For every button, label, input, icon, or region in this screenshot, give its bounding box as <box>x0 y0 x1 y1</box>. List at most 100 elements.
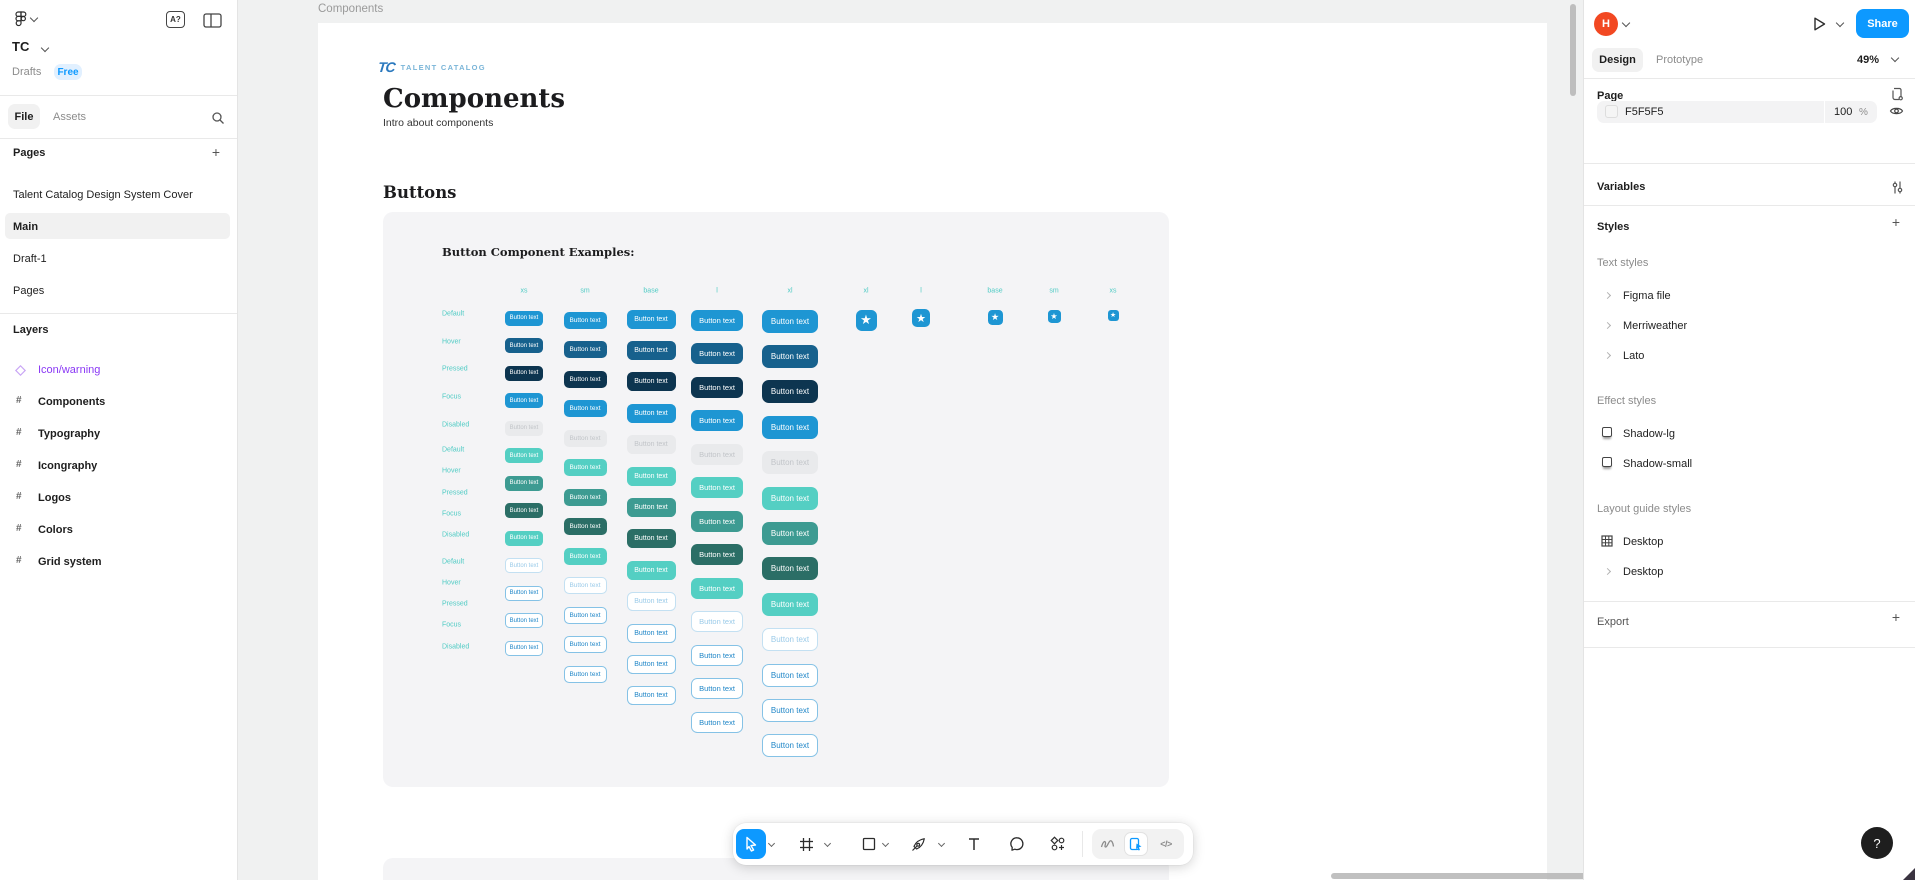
comment-tool-button[interactable] <box>1002 829 1032 859</box>
page-item-main[interactable]: Main <box>13 221 38 233</box>
sample-button-base-secondary-default[interactable]: Button text <box>626 466 676 486</box>
add-page-button[interactable]: + <box>208 144 224 160</box>
move-tool-chevron-icon[interactable] <box>767 839 777 849</box>
layer-item-icon-warning[interactable]: Icon/warning <box>0 358 238 384</box>
text-tool-button[interactable] <box>959 829 989 859</box>
sample-button-l-secondary-pressed[interactable]: Button text <box>691 544 743 565</box>
share-button[interactable]: Share <box>1856 9 1909 38</box>
sample-button-sm-secondary-hover[interactable]: Button text <box>563 488 607 506</box>
layer-item-colors[interactable]: # Colors <box>0 518 238 544</box>
sample-button-xs-outline-hover[interactable]: Button text <box>505 613 543 628</box>
sample-button-xs-outline-pressed[interactable]: Button text <box>505 640 543 656</box>
sample-button-xl-secondary-focus[interactable]: Button text <box>762 592 818 616</box>
sample-button-xs-disabled[interactable]: Button text <box>505 420 543 436</box>
shape-tool-button[interactable] <box>854 829 884 859</box>
sample-button-base-primary-default[interactable]: Button text <box>626 309 676 329</box>
apply-styles-button[interactable] <box>1889 86 1905 102</box>
text-style-lato[interactable]: Lato <box>1584 344 1915 368</box>
page-color-hex[interactable]: F5F5F5 <box>1625 106 1664 118</box>
draw-mode-button[interactable] <box>1098 835 1116 853</box>
shape-tool-chevron-icon[interactable] <box>881 839 891 849</box>
layer-item-logos[interactable]: # Logos <box>0 486 238 512</box>
sample-button-xl-primary-default[interactable]: Button text <box>762 309 818 333</box>
sample-button-xs-primary-hover[interactable]: Button text <box>505 338 543 353</box>
sample-button-sm-primary-hover[interactable]: Button text <box>563 341 607 358</box>
open-variables-button[interactable] <box>1890 180 1904 194</box>
add-style-button[interactable]: + <box>1888 214 1904 230</box>
sample-icon-button-xs[interactable]: ★ <box>1107 309 1119 321</box>
sample-icon-button-sm[interactable]: ★ <box>1047 309 1061 323</box>
sample-button-sm-secondary-focus[interactable]: Button text <box>563 547 607 565</box>
accessibility-button[interactable]: A? <box>166 11 185 28</box>
help-button[interactable]: ? <box>1861 827 1893 859</box>
layout-style-desktop-1[interactable]: Desktop <box>1584 530 1915 554</box>
sample-button-sm-outline-disabled[interactable]: Button text <box>563 577 607 594</box>
sample-button-l-outline-hover[interactable]: Button text <box>691 678 743 699</box>
sample-button-xl-primary-hover[interactable]: Button text <box>762 344 818 368</box>
page-color-opacity[interactable]: 100 <box>1834 106 1852 118</box>
zoom-chevron-icon[interactable] <box>1890 53 1900 63</box>
sample-button-sm-outline-default[interactable]: Button text <box>563 606 607 624</box>
sample-button-base-outline-hover[interactable]: Button text <box>626 654 676 674</box>
figma-menu-button[interactable] <box>11 10 31 28</box>
sample-button-xl-secondary-default[interactable]: Button text <box>762 486 818 510</box>
effect-style-shadow-lg[interactable]: Shadow-lg <box>1584 422 1915 446</box>
layout-style-desktop-2[interactable]: Desktop <box>1584 560 1915 584</box>
page-color-input[interactable]: F5F5F5 100 % <box>1597 101 1877 123</box>
sample-button-xl-outline-default[interactable]: Button text <box>762 663 818 687</box>
canvas-vertical-scrollbar[interactable] <box>1570 4 1576 96</box>
text-style-merriweather[interactable]: Merriweather <box>1584 314 1915 338</box>
tab-assets[interactable]: Assets <box>53 111 86 123</box>
sample-button-sm-primary-default[interactable]: Button text <box>563 311 607 329</box>
sample-button-base-outline-default[interactable]: Button text <box>626 623 676 643</box>
sample-button-xs-outline-disabled[interactable]: Button text <box>505 558 543 573</box>
frame-tool-button[interactable] <box>791 829 821 859</box>
pen-tool-chevron-icon[interactable] <box>937 839 947 849</box>
sample-button-xl-outline-hover[interactable]: Button text <box>762 698 818 722</box>
talent-catalog-logo[interactable]: TC TALENT CATALOG <box>377 59 486 75</box>
sample-button-base-secondary-focus[interactable]: Button text <box>626 560 676 580</box>
project-chevron-icon[interactable] <box>40 43 50 53</box>
sample-button-xs-primary-pressed[interactable]: Button text <box>505 365 543 381</box>
sample-button-l-secondary-default[interactable]: Button text <box>691 477 743 498</box>
sample-button-l-primary-hover[interactable]: Button text <box>691 343 743 364</box>
avatar[interactable]: H <box>1594 12 1618 36</box>
sample-button-xs-secondary-pressed[interactable]: Button text <box>505 503 543 518</box>
sample-button-base-primary-pressed[interactable]: Button text <box>626 372 676 392</box>
sample-button-xl-disabled[interactable]: Button text <box>762 451 818 475</box>
present-chevron-icon[interactable] <box>1835 18 1845 28</box>
sample-button-xs-primary-focus[interactable]: Button text <box>505 393 543 408</box>
sample-button-l-primary-default[interactable]: Button text <box>691 309 743 331</box>
search-button[interactable] <box>209 109 226 126</box>
tab-design[interactable]: Design <box>1592 48 1643 72</box>
sample-button-xl-outline-pressed[interactable]: Button text <box>762 734 818 758</box>
sample-button-base-primary-focus[interactable]: Button text <box>626 403 676 423</box>
sample-icon-button-l[interactable]: ★ <box>912 309 930 327</box>
sample-button-l-outline-disabled[interactable]: Button text <box>691 611 743 632</box>
add-export-button[interactable]: + <box>1888 609 1904 625</box>
sample-icon-button-xl[interactable]: ★ <box>855 309 877 331</box>
page-item-cover[interactable]: Talent Catalog Design System Cover <box>13 189 193 201</box>
sample-button-base-primary-hover[interactable]: Button text <box>626 340 676 360</box>
sample-button-xl-primary-pressed[interactable]: Button text <box>762 380 818 404</box>
sample-button-xl-outline-disabled[interactable]: Button text <box>762 628 818 652</box>
page-item-pages[interactable]: Pages <box>13 285 44 297</box>
sample-button-l-primary-focus[interactable]: Button text <box>691 410 743 431</box>
canvas-area[interactable]: Components TC TALENT CATALOG Components … <box>238 0 1583 880</box>
present-button[interactable] <box>1810 15 1828 33</box>
project-name[interactable]: TC <box>12 39 29 54</box>
tab-file[interactable]: File <box>8 104 40 129</box>
text-style-figma-file[interactable]: Figma file <box>1584 284 1915 308</box>
sample-button-l-secondary-focus[interactable]: Button text <box>691 577 743 599</box>
sample-button-base-outline-disabled[interactable]: Button text <box>626 592 676 612</box>
design-mode-button[interactable] <box>1124 832 1148 856</box>
dev-mode-button[interactable]: </> <box>1154 835 1178 853</box>
zoom-level[interactable]: 49% <box>1857 54 1879 66</box>
button-examples-card[interactable]: Button Component Examples: xs Button text… <box>383 212 1169 787</box>
sample-button-base-outline-pressed[interactable]: Button text <box>626 686 676 706</box>
free-plan-badge[interactable]: Free <box>54 64 82 80</box>
pen-tool-button[interactable] <box>903 829 933 859</box>
sample-button-sm-secondary-pressed[interactable]: Button text <box>563 518 607 535</box>
sample-button-l-outline-default[interactable]: Button text <box>691 644 743 666</box>
actions-tool-button[interactable] <box>1043 829 1073 859</box>
